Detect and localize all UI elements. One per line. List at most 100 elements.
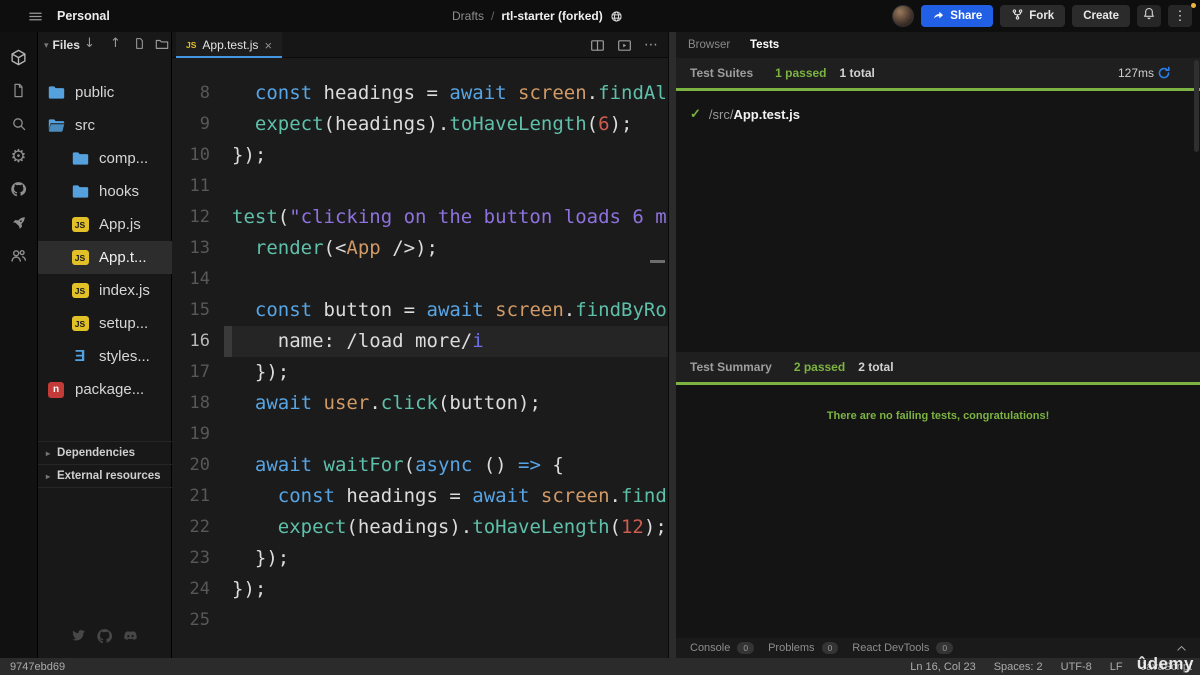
summary-passed-count: 2 passed xyxy=(794,360,845,374)
folder-icon xyxy=(70,151,90,166)
line-content: }); xyxy=(210,357,668,388)
status-item[interactable]: UTF-8 xyxy=(1061,661,1092,673)
code-line-8[interactable]: 8 const headings = await screen.findAl xyxy=(172,78,668,109)
suites-total-count: 1 total xyxy=(840,66,875,80)
create-button[interactable]: Create xyxy=(1072,5,1130,27)
file-explorer: ▾ Files ↓ ↑ public src comp... hooks JSApp.j… xyxy=(38,32,172,658)
tree-item-public[interactable]: public xyxy=(38,76,172,109)
folder-icon xyxy=(46,85,66,100)
suites-passed-count: 1 passed xyxy=(775,66,826,80)
refresh-icon[interactable] xyxy=(1157,66,1171,80)
code-line-23[interactable]: 23 }); xyxy=(172,543,668,574)
fork-button[interactable]: Fork xyxy=(1000,5,1065,27)
tab-app-test-js[interactable]: JS App.test.js × xyxy=(176,32,282,58)
line-content: }); xyxy=(210,140,668,171)
summary-progress-bar xyxy=(676,382,1200,385)
tests-scrollbar-thumb[interactable] xyxy=(1194,60,1199,152)
breadcrumb-parent[interactable]: Drafts xyxy=(452,9,484,23)
tree-item-setup---[interactable]: JSsetup... xyxy=(38,307,172,340)
tree-item-index-js[interactable]: JSindex.js xyxy=(38,274,172,307)
code-line-25[interactable]: 25 xyxy=(172,605,668,636)
open-preview-icon[interactable] xyxy=(617,38,632,53)
caret-right-icon: ▸ xyxy=(46,472,50,481)
close-icon[interactable]: × xyxy=(264,38,272,53)
code-line-19[interactable]: 19 xyxy=(172,419,668,450)
npm-icon: n xyxy=(46,382,66,398)
new-folder-icon[interactable] xyxy=(155,37,169,51)
notifications-button[interactable] xyxy=(1137,5,1161,27)
code-line-13[interactable]: 13 render(<App />); xyxy=(172,233,668,264)
tree-item-src[interactable]: src xyxy=(38,109,172,142)
file-tree: publicsrccomp...hooksJSApp.jsJSApp.t...J… xyxy=(38,76,172,406)
code-line-18[interactable]: 18 await user.click(button); xyxy=(172,388,668,419)
code-line-20[interactable]: 20 await waitFor(async () => { xyxy=(172,450,668,481)
menu-icon[interactable] xyxy=(28,9,43,24)
code-line-14[interactable]: 14 xyxy=(172,264,668,295)
file-icon[interactable] xyxy=(0,74,38,107)
status-item[interactable]: Ln 16, Col 23 xyxy=(910,661,975,673)
tree-item-label: index.js xyxy=(99,282,150,299)
code-line-9[interactable]: 9 expect(headings).toHaveLength(6); xyxy=(172,109,668,140)
collaborators-icon[interactable] xyxy=(0,239,38,272)
section-divider xyxy=(38,487,172,488)
test-file-row[interactable]: ✓ /src/App.test.js xyxy=(690,106,800,122)
line-number: 25 xyxy=(172,605,210,636)
tree-item-package---[interactable]: npackage... xyxy=(38,373,172,406)
code-line-17[interactable]: 17 }); xyxy=(172,357,668,388)
new-file-icon[interactable] xyxy=(133,37,146,50)
code-line-11[interactable]: 11 xyxy=(172,171,668,202)
code-line-21[interactable]: 21 const headings = await screen.find xyxy=(172,481,668,512)
code-line-22[interactable]: 22 expect(headings).toHaveLength(12); xyxy=(172,512,668,543)
explorer-title[interactable]: Files xyxy=(53,38,80,52)
line-content: }); xyxy=(210,543,668,574)
line-content xyxy=(210,605,668,636)
tab-problems[interactable]: Problems0 xyxy=(768,642,838,654)
status-item[interactable]: LF xyxy=(1110,661,1123,673)
more-menu-button[interactable]: ⋮ xyxy=(1168,5,1192,27)
share-button[interactable]: Share xyxy=(921,5,993,27)
code-line-24[interactable]: 24}); xyxy=(172,574,668,605)
sandbox-title[interactable]: rtl-starter (forked) xyxy=(501,9,602,23)
code-line-16[interactable]: 16 name: /load more/i xyxy=(172,326,668,357)
upload-icon[interactable]: ↑ xyxy=(110,37,121,50)
github-icon[interactable] xyxy=(96,628,113,645)
section-external-resources[interactable]: ▸External resources xyxy=(38,464,172,487)
search-icon[interactable] xyxy=(0,107,38,140)
discord-icon[interactable] xyxy=(123,628,138,645)
tab-console[interactable]: Console0 xyxy=(690,642,754,654)
tab-browser[interactable]: Browser xyxy=(688,32,730,58)
tree-item-App-js[interactable]: JSApp.js xyxy=(38,208,172,241)
tree-item-styles---[interactable]: Ǝstyles... xyxy=(38,340,172,373)
tree-item-comp---[interactable]: comp... xyxy=(38,142,172,175)
more-options-icon[interactable]: ⋯ xyxy=(644,38,658,52)
code-line-12[interactable]: 12test("clicking on the button loads 6 m xyxy=(172,202,668,233)
globe-icon[interactable] xyxy=(610,10,623,23)
line-number: 19 xyxy=(172,419,210,450)
line-content: const headings = await screen.find xyxy=(210,481,668,512)
workspace-label[interactable]: Personal xyxy=(57,9,110,23)
code-area[interactable]: 8 const headings = await screen.findAl9 … xyxy=(172,78,668,636)
deploy-icon[interactable] xyxy=(0,206,38,239)
chevron-down-icon[interactable]: ▾ xyxy=(44,40,49,51)
panel-resize-handle[interactable] xyxy=(668,32,676,658)
twitter-icon[interactable] xyxy=(72,628,86,645)
section-dependencies[interactable]: ▸Dependencies xyxy=(38,441,172,464)
status-item[interactable]: Spaces: 2 xyxy=(994,661,1043,673)
tree-item-label: src xyxy=(75,117,95,134)
settings-icon[interactable]: ⚙ xyxy=(0,140,38,173)
test-suites-header: Test Suites 1 passed 1 total 127ms xyxy=(676,58,1200,88)
codesandbox-logo-icon[interactable] xyxy=(0,41,38,74)
tree-item-label: hooks xyxy=(99,183,139,200)
tab-react-devtools[interactable]: React DevTools0 xyxy=(852,642,953,654)
download-icon[interactable]: ↓ xyxy=(84,37,95,50)
folder-icon xyxy=(70,184,90,199)
code-line-10[interactable]: 10}); xyxy=(172,140,668,171)
status-bar: 9747ebd69 Ln 16, Col 23Spaces: 2UTF-8LFJ… xyxy=(0,658,1200,675)
split-view-icon[interactable] xyxy=(590,38,605,53)
code-line-15[interactable]: 15 const button = await screen.findByRo xyxy=(172,295,668,326)
github-icon[interactable] xyxy=(0,173,38,206)
tab-tests[interactable]: Tests xyxy=(750,32,779,58)
tree-item-App-t---[interactable]: JSApp.t... xyxy=(38,241,172,274)
tree-item-hooks[interactable]: hooks xyxy=(38,175,172,208)
avatar[interactable] xyxy=(892,5,914,27)
